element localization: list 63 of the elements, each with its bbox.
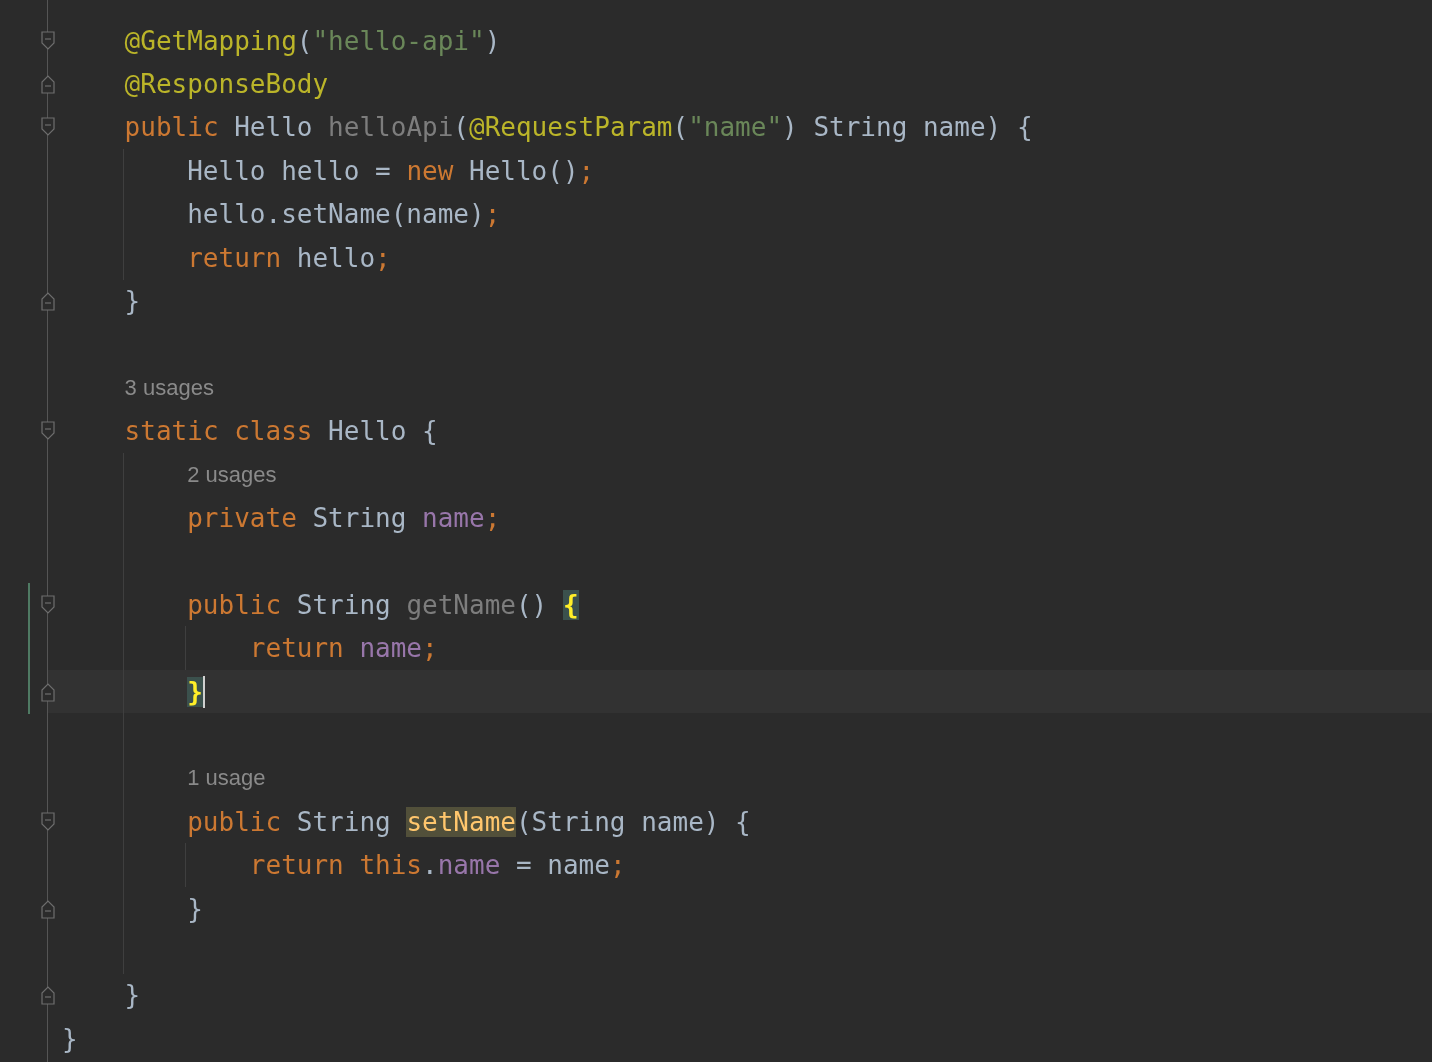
fold-icon[interactable] [41,811,55,832]
code-text: Hello() [468,155,579,186]
code-text: ) [484,25,501,56]
keyword: ; [484,199,501,230]
code-text: (String name) { [515,806,751,837]
code-text: ( [296,25,313,56]
field-name: name [359,633,423,664]
string-literal: "name" [688,112,783,143]
annotation: @RequestParam [469,112,673,143]
keyword: ; [609,850,626,881]
fold-icon[interactable] [41,985,55,1006]
code-text: String [295,589,392,620]
keyword: new [406,155,454,186]
fold-icon[interactable] [41,74,55,95]
matched-brace: { [562,589,579,620]
keyword: static class [124,416,313,447]
code-text: Hello [233,112,314,143]
code-text: } [187,893,203,924]
fold-icon[interactable] [41,898,55,919]
keyword: public [187,806,282,837]
code-text: hello.setName(name) [187,199,485,230]
code-text: () [515,589,549,620]
keyword: ; [375,242,391,273]
code-text: } [62,1023,78,1054]
code-text: . [422,850,438,881]
usages-hint[interactable]: 1 usage [187,765,266,792]
code-text: ) String name) { [782,112,1033,143]
code-text: hello [295,242,376,273]
keyword: return [249,633,345,664]
method-name: helloApi [328,112,454,143]
code-text: Hello hello = [187,155,392,186]
code-text: ( [453,112,469,143]
fold-icon[interactable] [41,117,55,138]
method-name: getName [406,589,516,620]
annotation: @GetMapping [124,25,297,56]
usages-hint[interactable]: 2 usages [187,461,277,488]
fold-icon[interactable] [41,291,55,312]
code-text: } [124,286,141,317]
usages-hint[interactable]: 3 usages [124,374,214,401]
code-text: } [124,980,141,1011]
keyword: ; [422,633,438,664]
code-text: String [295,806,392,837]
keyword: private [187,503,297,533]
field-name: name [422,503,485,533]
code-text: Hello { [327,416,438,447]
keyword: ; [578,155,595,186]
annotation: @ResponseBody [124,69,329,100]
string-literal: "hello-api" [312,25,485,56]
fold-icon[interactable] [41,421,55,442]
keyword: public [187,589,282,620]
keyword: return this [249,850,422,881]
keyword: ; [484,503,501,533]
fold-icon[interactable] [41,594,55,615]
keyword: public [124,112,219,143]
keyword: return [187,242,282,273]
fold-icon[interactable] [41,30,55,51]
code-text: String [311,503,408,533]
matched-brace: } [187,676,203,707]
highlighted-method-name: setName [406,806,516,837]
code-text: ( [672,112,689,143]
fold-icon[interactable] [41,681,55,702]
field-name: name [437,850,501,881]
code-text: = name [514,850,610,881]
